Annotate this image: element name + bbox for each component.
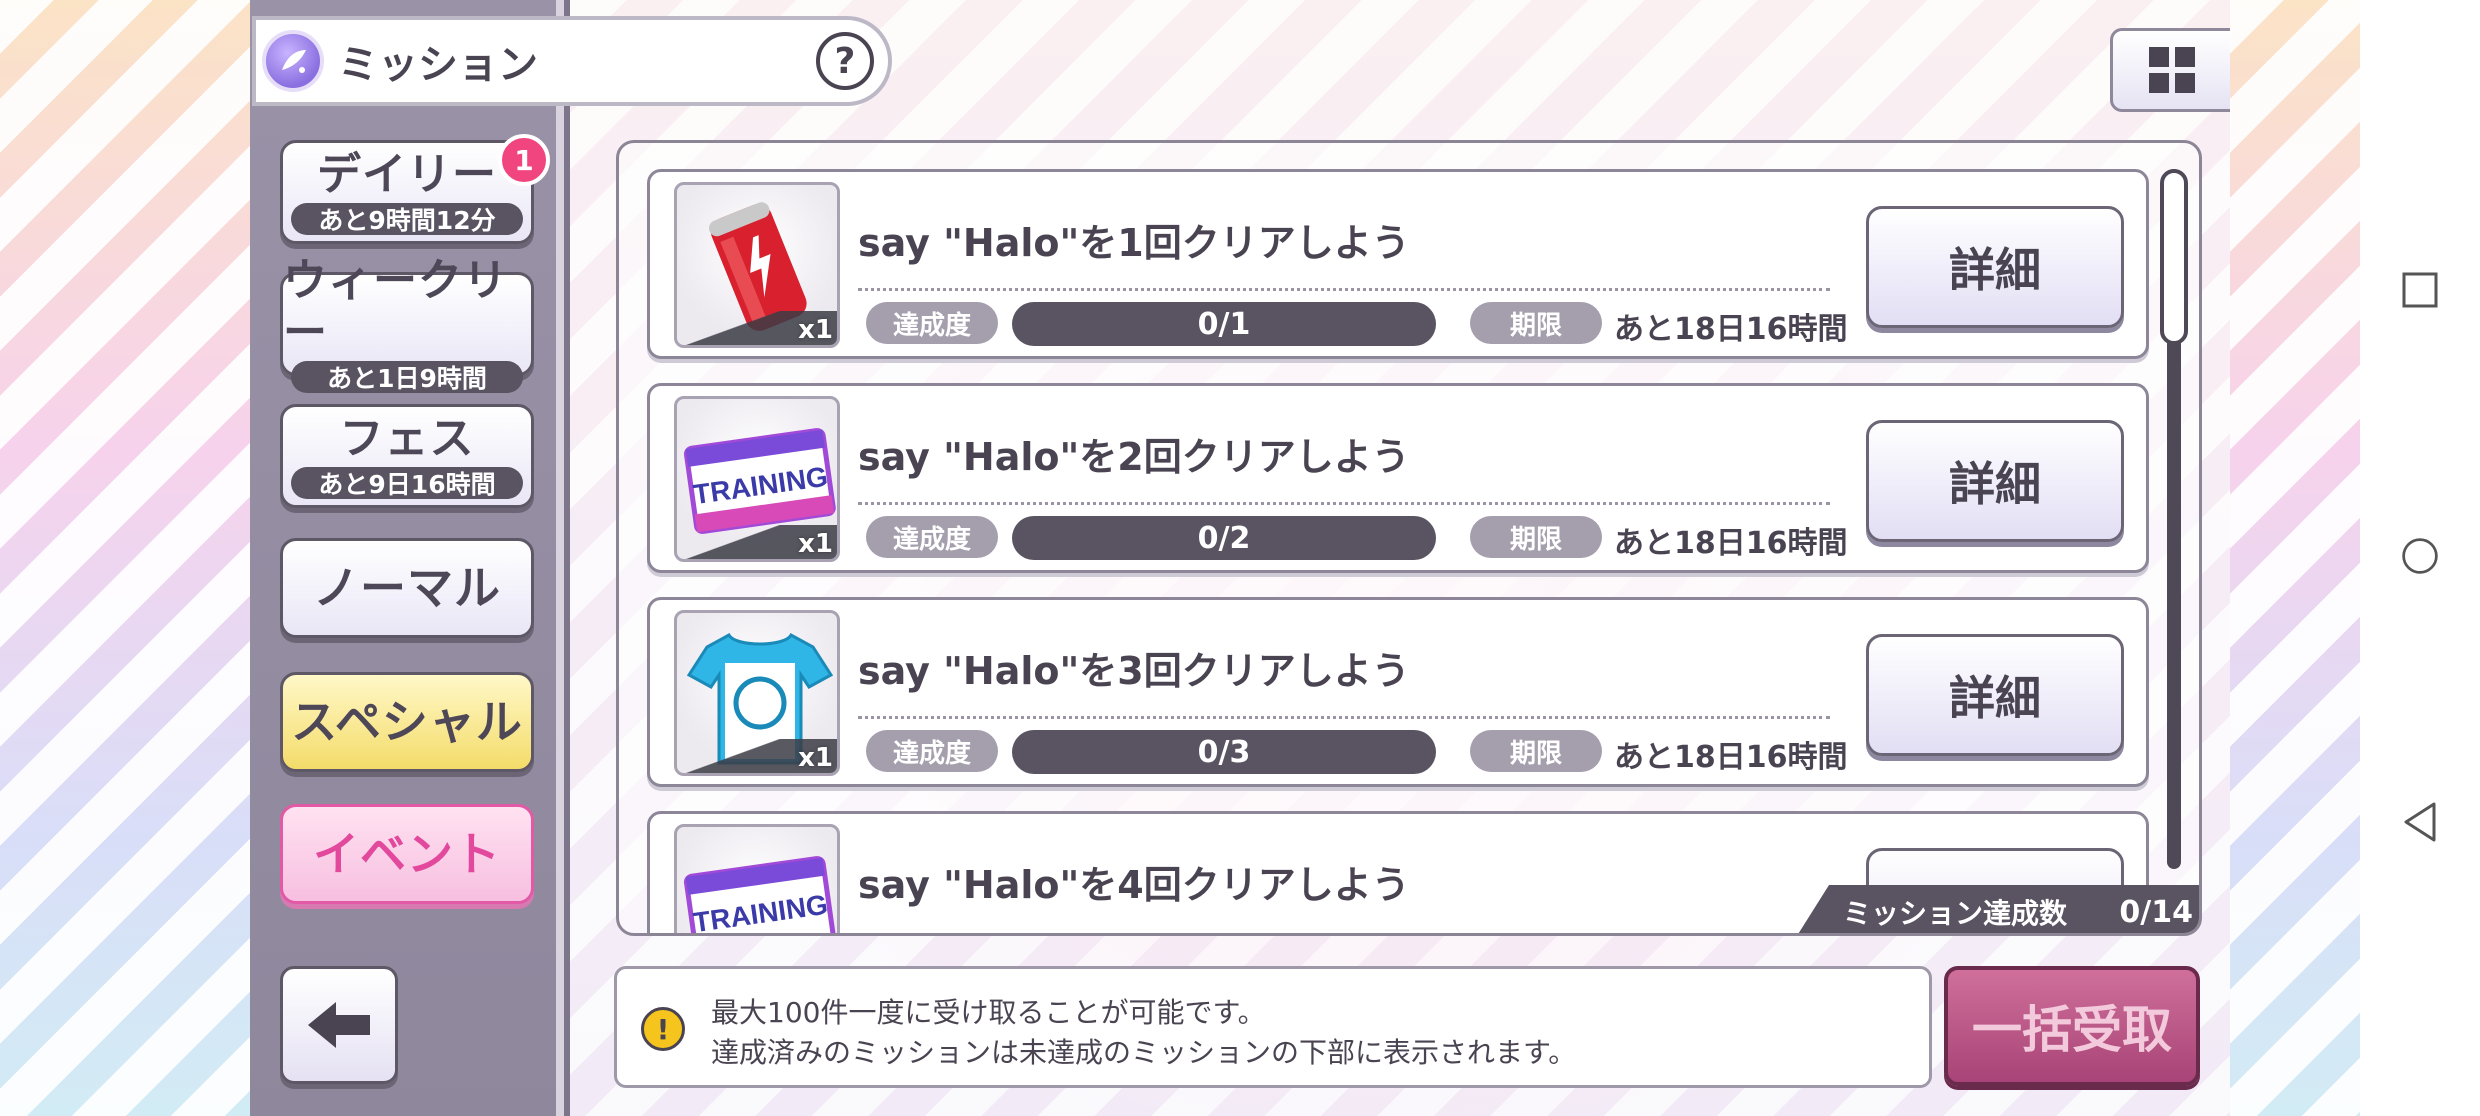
limit-label: 期限 bbox=[1470, 302, 1602, 344]
divider bbox=[858, 502, 1830, 505]
tab-normal-label: ノーマル bbox=[313, 561, 501, 615]
reward-quantity: x1 bbox=[798, 743, 833, 773]
progress-label: 達成度 bbox=[866, 516, 998, 558]
info-line-2: 達成済みのミッションは未達成のミッションの下部に表示されます。 bbox=[711, 1036, 1577, 1069]
mission-title: say "Halo"を3回クリアしよう bbox=[858, 649, 1410, 693]
mission-list-panel[interactable]: x1 say "Halo"を1回クリアしよう 達成度 0/1 期限 あと18日1… bbox=[616, 140, 2202, 936]
tab-special[interactable]: スペシャル bbox=[280, 672, 534, 772]
tab-event[interactable]: イベント bbox=[280, 804, 534, 904]
mission-card: x1 say "Halo"を3回クリアしよう 達成度 0/3 期限 あと18日1… bbox=[647, 597, 2149, 787]
progress-bar: 0/2 bbox=[1012, 516, 1436, 560]
detail-button[interactable]: 詳細 bbox=[1866, 634, 2124, 756]
tab-event-label: イベント bbox=[313, 827, 501, 881]
info-line-1: 最大100件一度に受け取ることが可能です。 bbox=[711, 996, 1266, 1029]
menu-grid-button[interactable] bbox=[2110, 28, 2230, 112]
progress-bar: 0/3 bbox=[1012, 730, 1436, 774]
reward-quantity: x1 bbox=[798, 315, 833, 345]
mission-card: TRAINING x1 say "Halo"を2回クリアしよう 達成度 0/2 … bbox=[647, 383, 2149, 573]
tab-weekly[interactable]: ウィークリー あと1日9時間 bbox=[280, 255, 534, 393]
reward-quantity: x1 bbox=[798, 529, 833, 559]
tab-fes[interactable]: フェス あと9日16時間 bbox=[280, 404, 534, 508]
back-arrow-icon bbox=[308, 1002, 370, 1048]
tab-daily[interactable]: デイリー あと9時間12分 bbox=[280, 140, 534, 244]
tab-weekly-time: あと1日9時間 bbox=[291, 361, 523, 393]
notification-badge: 1 bbox=[498, 134, 550, 186]
progress-label: 達成度 bbox=[866, 302, 998, 344]
progress-value: 0/1 bbox=[1197, 306, 1251, 342]
mission-count-bar: ミッション達成数 0/14 bbox=[1795, 885, 2199, 933]
progress-value: 0/3 bbox=[1197, 734, 1251, 770]
mission-title: say "Halo"を4回クリアしよう bbox=[858, 863, 1410, 907]
grid-icon bbox=[2148, 47, 2195, 93]
limit-label: 期限 bbox=[1470, 730, 1602, 772]
tab-normal[interactable]: ノーマル bbox=[280, 538, 534, 638]
tab-weekly-label: ウィークリー bbox=[283, 255, 508, 358]
receive-all-button[interactable]: 一括受取 bbox=[1944, 966, 2200, 1086]
reward-item[interactable]: x1 bbox=[674, 610, 840, 776]
mission-count-value: 0/14 bbox=[2119, 894, 2193, 930]
back-button[interactable] bbox=[280, 966, 398, 1084]
warning-icon: ! bbox=[641, 1007, 685, 1051]
limit-value: あと18日16時間 bbox=[1614, 526, 1848, 561]
tab-fes-time: あと9日16時間 bbox=[291, 467, 523, 499]
reward-item[interactable]: x1 bbox=[674, 182, 840, 348]
limit-value: あと18日16時間 bbox=[1614, 740, 1848, 775]
background-stripes-left bbox=[0, 0, 250, 1116]
home-icon[interactable] bbox=[2400, 536, 2440, 576]
mission-title: say "Halo"を1回クリアしよう bbox=[858, 221, 1410, 265]
training-ticket-icon: TRAINING bbox=[683, 856, 836, 933]
mission-icon bbox=[262, 30, 324, 92]
limit-value: あと18日16時間 bbox=[1614, 312, 1848, 347]
divider bbox=[858, 288, 1830, 291]
progress-bar: 0/1 bbox=[1012, 302, 1436, 346]
title-bar: ミッション ? bbox=[252, 16, 892, 106]
help-button[interactable]: ? bbox=[816, 32, 874, 90]
divider bbox=[858, 716, 1830, 719]
info-box: ! 最大100件一度に受け取ることが可能です。 達成済みのミッションは未達成のミ… bbox=[614, 966, 1932, 1088]
detail-button[interactable]: 詳細 bbox=[1866, 420, 2124, 542]
progress-value: 0/2 bbox=[1197, 520, 1251, 556]
back-nav-icon[interactable] bbox=[2400, 802, 2440, 842]
tab-special-label: スペシャル bbox=[291, 695, 523, 749]
tab-daily-label: デイリー bbox=[317, 149, 497, 200]
mission-card: x1 say "Halo"を1回クリアしよう 達成度 0/1 期限 あと18日1… bbox=[647, 169, 2149, 359]
tab-daily-time: あと9時間12分 bbox=[291, 203, 523, 235]
detail-button[interactable]: 詳細 bbox=[1866, 206, 2124, 328]
page-title: ミッション bbox=[338, 42, 538, 88]
reward-item[interactable]: TRAINING bbox=[674, 824, 840, 933]
mission-title: say "Halo"を2回クリアしよう bbox=[858, 435, 1410, 479]
limit-label: 期限 bbox=[1470, 516, 1602, 558]
mission-count-label: ミッション達成数 bbox=[1843, 897, 2068, 930]
scrollbar-thumb[interactable] bbox=[2160, 169, 2188, 345]
progress-label: 達成度 bbox=[866, 730, 998, 772]
background-stripes-right bbox=[2230, 0, 2360, 1116]
recents-icon[interactable] bbox=[2400, 270, 2440, 310]
tab-fes-label: フェス bbox=[339, 413, 475, 464]
reward-item[interactable]: TRAINING x1 bbox=[674, 396, 840, 562]
